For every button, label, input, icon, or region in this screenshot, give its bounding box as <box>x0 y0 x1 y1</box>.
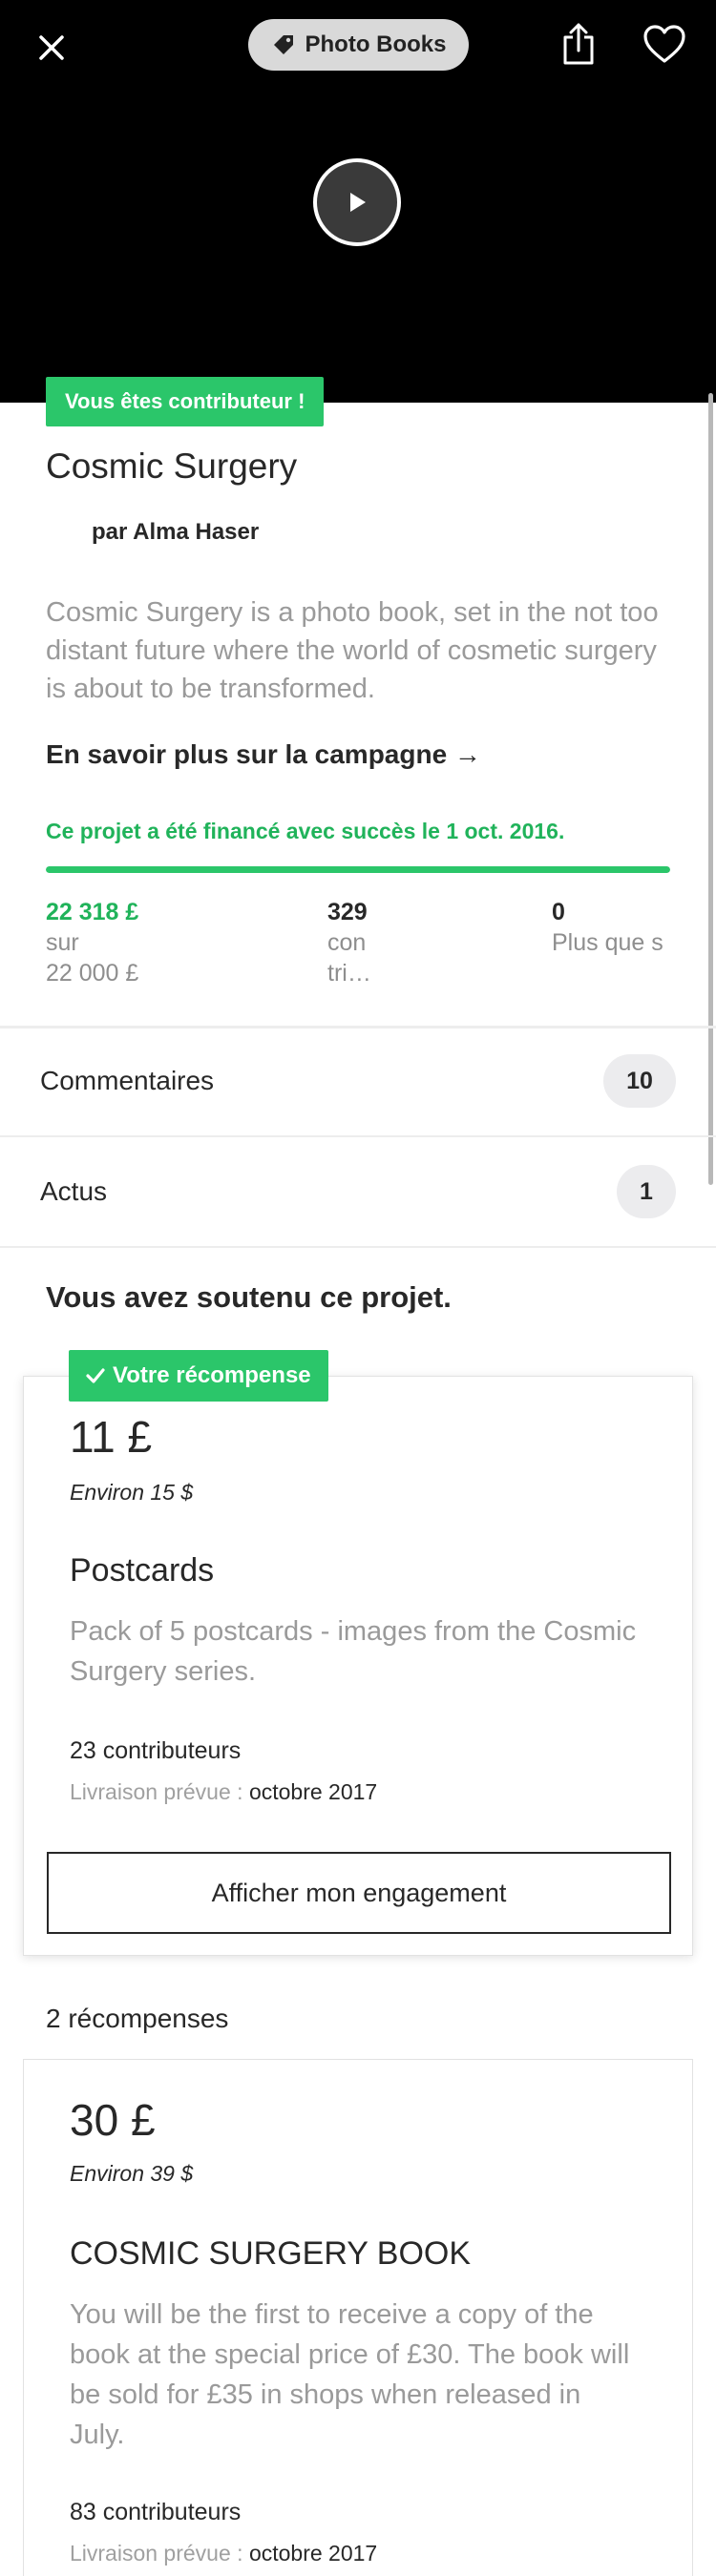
video-player[interactable]: Photo Books <box>0 0 716 403</box>
stat-pledged: 22 318 £ sur 22 000 £ <box>46 897 284 988</box>
delivery-date: octobre 2017 <box>248 1779 378 1804</box>
reward-amount: 11 £ <box>70 1412 153 1462</box>
reward-description: Pack of 5 postcards - images from the Co… <box>70 1616 637 1687</box>
project-title: Cosmic Surgery <box>46 447 298 486</box>
heart-icon <box>643 25 685 63</box>
reward-delivery: Livraison prévue : octobre 2017 <box>70 2541 377 2566</box>
updates-count-badge: 1 <box>617 1165 676 1218</box>
funding-progress-fill <box>46 866 670 873</box>
backers-label-line1: con <box>327 929 367 956</box>
your-reward-label: Votre récompense <box>113 1362 311 1388</box>
days-count: 0 <box>552 899 565 925</box>
project-blurb: Cosmic Surgery is a photo book, set in t… <box>46 597 659 704</box>
category-pill[interactable]: Photo Books <box>248 19 469 71</box>
reward-backers: 83 contributeurs <box>70 2499 242 2525</box>
category-label: Photo Books <box>305 31 447 57</box>
checkmark-icon <box>86 1368 105 1383</box>
share-icon <box>563 23 594 65</box>
comments-count-badge: 10 <box>603 1054 676 1108</box>
pledged-goal: 22 000 £ <box>46 960 139 987</box>
view-pledge-button[interactable]: Afficher mon engagement <box>47 1852 671 1934</box>
divider <box>0 1246 716 1248</box>
reward-backers: 23 contributeurs <box>70 1737 242 1764</box>
delivery-label: Livraison prévue : <box>70 2541 243 2566</box>
reward-approx-amount: Environ 39 $ <box>70 2161 194 2186</box>
delivery-label: Livraison prévue : <box>70 1779 243 1804</box>
close-icon <box>39 35 64 60</box>
stat-backers: 329 con tri… <box>327 897 423 988</box>
delivery-date: octobre 2017 <box>248 2541 378 2566</box>
comments-label: Commentaires <box>40 1066 215 1095</box>
pledged-of-label: sur <box>46 929 79 956</box>
funding-progress-bar <box>46 866 670 873</box>
reward-description: You will be the first to receive a copy … <box>70 2299 630 2450</box>
backers-count: 329 <box>327 899 368 925</box>
comments-row[interactable]: Commentaires 10 <box>0 1027 716 1135</box>
updates-label: Actus <box>40 1176 108 1206</box>
days-label: Plus que s <box>552 929 663 956</box>
your-reward-badge: Votre récompense <box>69 1350 328 1402</box>
funded-message: Ce projet a été financé avec succès le 1… <box>46 819 565 843</box>
tag-icon <box>273 35 293 54</box>
creator-byline[interactable]: par Alma Haser <box>92 519 259 546</box>
reward-amount: 30 £ <box>70 2095 156 2145</box>
share-button[interactable] <box>554 17 603 71</box>
play-button[interactable] <box>313 158 401 246</box>
stat-days: 0 Plus que s <box>552 897 716 958</box>
reward-title: Postcards <box>70 1552 215 1589</box>
pledged-amount: 22 318 £ <box>46 899 139 925</box>
close-button[interactable] <box>27 23 76 73</box>
reward-title: COSMIC SURGERY BOOK <box>70 2235 472 2272</box>
play-icon <box>350 193 366 212</box>
learn-more-link[interactable]: En savoir plus sur la campagne → <box>46 739 481 770</box>
backed-heading: Vous avez soutenu ce projet. <box>46 1280 452 1314</box>
backer-badge: Vous êtes contributeur ! <box>46 377 325 426</box>
reward-delivery: Livraison prévue : octobre 2017 <box>70 1779 377 1805</box>
backers-label-line2: tri… <box>327 960 371 987</box>
backed-reward-card: 11 £ Environ 15 $ Postcards Pack of 5 po… <box>23 1376 693 1956</box>
reward-card[interactable]: 30 £ Environ 39 $ COSMIC SURGERY BOOK Yo… <box>23 2059 693 2576</box>
favorite-button[interactable] <box>638 17 691 71</box>
updates-row[interactable]: Actus 1 <box>0 1137 716 1246</box>
reward-approx-amount: Environ 15 $ <box>70 1480 194 1505</box>
rewards-count: 2 récompenses <box>46 2004 229 2033</box>
